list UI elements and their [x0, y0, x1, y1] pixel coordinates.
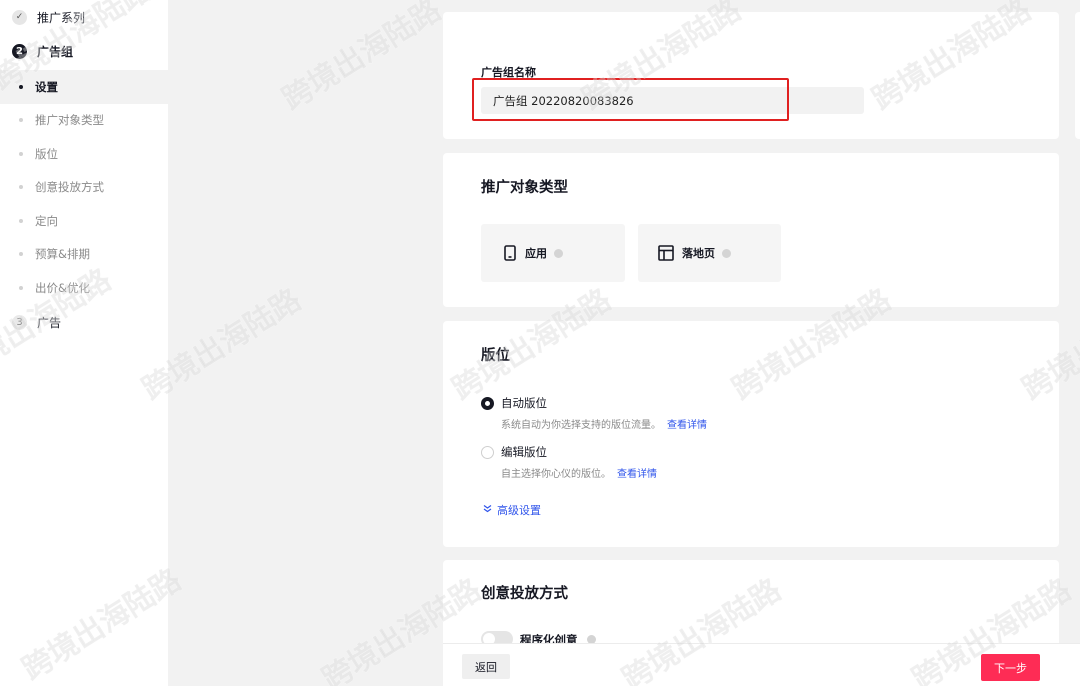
sidebar-nav: ✓ 推广系列 2 广告组 设置 推广对象类型 版位 创意投放方式 定向 预算&排…: [0, 0, 168, 686]
step-ad[interactable]: 3 广告: [0, 305, 168, 339]
chevron-double-down-icon: [483, 504, 492, 516]
bullet-icon: [19, 185, 23, 189]
step-number: 3: [12, 314, 27, 330]
view-details-link[interactable]: 查看详情: [667, 420, 707, 431]
adgroup-name-label: 广告组名称: [481, 66, 536, 79]
sidebar-item-label: 设置: [35, 80, 58, 94]
sidebar-item-label: 预算&排期: [35, 247, 90, 261]
bullet-icon: [19, 219, 23, 223]
back-button[interactable]: 返回: [462, 654, 510, 679]
advanced-settings-label: 高级设置: [497, 504, 541, 517]
mobile-icon: [503, 245, 517, 261]
step-label: 推广系列: [37, 10, 86, 25]
placement-edit-option[interactable]: 编辑版位: [481, 444, 547, 460]
sidebar-item-label: 版位: [35, 147, 58, 161]
bullet-icon: [19, 118, 23, 122]
placement-auto-desc: 系统自动为你选择支持的版位流量。 查看详情: [501, 416, 707, 431]
side-panel-edge: [1075, 12, 1080, 139]
radio-unchecked-icon[interactable]: [481, 445, 494, 459]
help-icon[interactable]: [722, 248, 731, 258]
sidebar-item-label: 定向: [35, 214, 58, 228]
bullet-icon: [19, 85, 23, 89]
step-label: 广告组: [37, 44, 74, 59]
promo-type-title: 推广对象类型: [481, 180, 568, 196]
desc-text: 系统自动为你选择支持的版位流量。: [501, 420, 661, 431]
adgroup-name-input[interactable]: [481, 87, 864, 114]
check-icon: ✓: [12, 9, 27, 25]
promo-option-label: 应用: [525, 247, 547, 260]
creative-title: 创意投放方式: [481, 586, 568, 602]
radio-label: 自动版位: [501, 396, 547, 410]
sidebar-item-label: 推广对象类型: [35, 113, 104, 127]
promo-type-card: 推广对象类型 应用 落地页: [443, 153, 1059, 307]
radio-checked-icon[interactable]: [481, 396, 494, 410]
adgroup-name-card: 广告组名称: [443, 12, 1059, 139]
sidebar-item-targeting[interactable]: 定向: [0, 204, 168, 238]
desc-text: 自主选择你心仪的版位。: [501, 469, 611, 480]
sidebar-item-budget[interactable]: 预算&排期: [0, 237, 168, 271]
advanced-settings-toggle[interactable]: 高级设置: [483, 502, 541, 518]
step-number: 2: [12, 43, 27, 59]
sidebar-item-promo-type[interactable]: 推广对象类型: [0, 103, 168, 137]
view-details-link[interactable]: 查看详情: [617, 469, 657, 480]
promo-option-label: 落地页: [682, 247, 715, 260]
sidebar-item-settings[interactable]: 设置: [0, 70, 168, 104]
promo-option-app[interactable]: 应用: [481, 224, 625, 282]
bullet-icon: [19, 286, 23, 290]
sidebar-item-creative[interactable]: 创意投放方式: [0, 170, 168, 204]
step-campaign[interactable]: ✓ 推广系列: [0, 0, 168, 34]
placement-title: 版位: [481, 348, 510, 364]
sidebar-item-placement[interactable]: 版位: [0, 137, 168, 171]
next-button[interactable]: 下一步: [981, 654, 1040, 681]
promo-option-landing-page[interactable]: 落地页: [638, 224, 781, 282]
help-icon[interactable]: [554, 248, 563, 258]
sidebar-item-label: 出价&优化: [35, 281, 90, 295]
layout-icon: [658, 245, 674, 261]
bullet-icon: [19, 152, 23, 156]
step-adgroup[interactable]: 2 广告组: [0, 34, 168, 68]
bullet-icon: [19, 252, 23, 256]
placement-card: 版位 自动版位 系统自动为你选择支持的版位流量。 查看详情 编辑版位 自主选择你心…: [443, 321, 1059, 547]
sidebar-item-bidding[interactable]: 出价&优化: [0, 271, 168, 305]
footer-bar: 返回 下一步: [443, 643, 1080, 686]
radio-label: 编辑版位: [501, 445, 547, 459]
step-label: 广告: [37, 315, 62, 330]
sidebar-item-label: 创意投放方式: [35, 180, 104, 194]
placement-edit-desc: 自主选择你心仪的版位。 查看详情: [501, 465, 657, 480]
placement-auto-option[interactable]: 自动版位: [481, 395, 547, 411]
watermark: 跨境出海陆路: [276, 0, 448, 118]
